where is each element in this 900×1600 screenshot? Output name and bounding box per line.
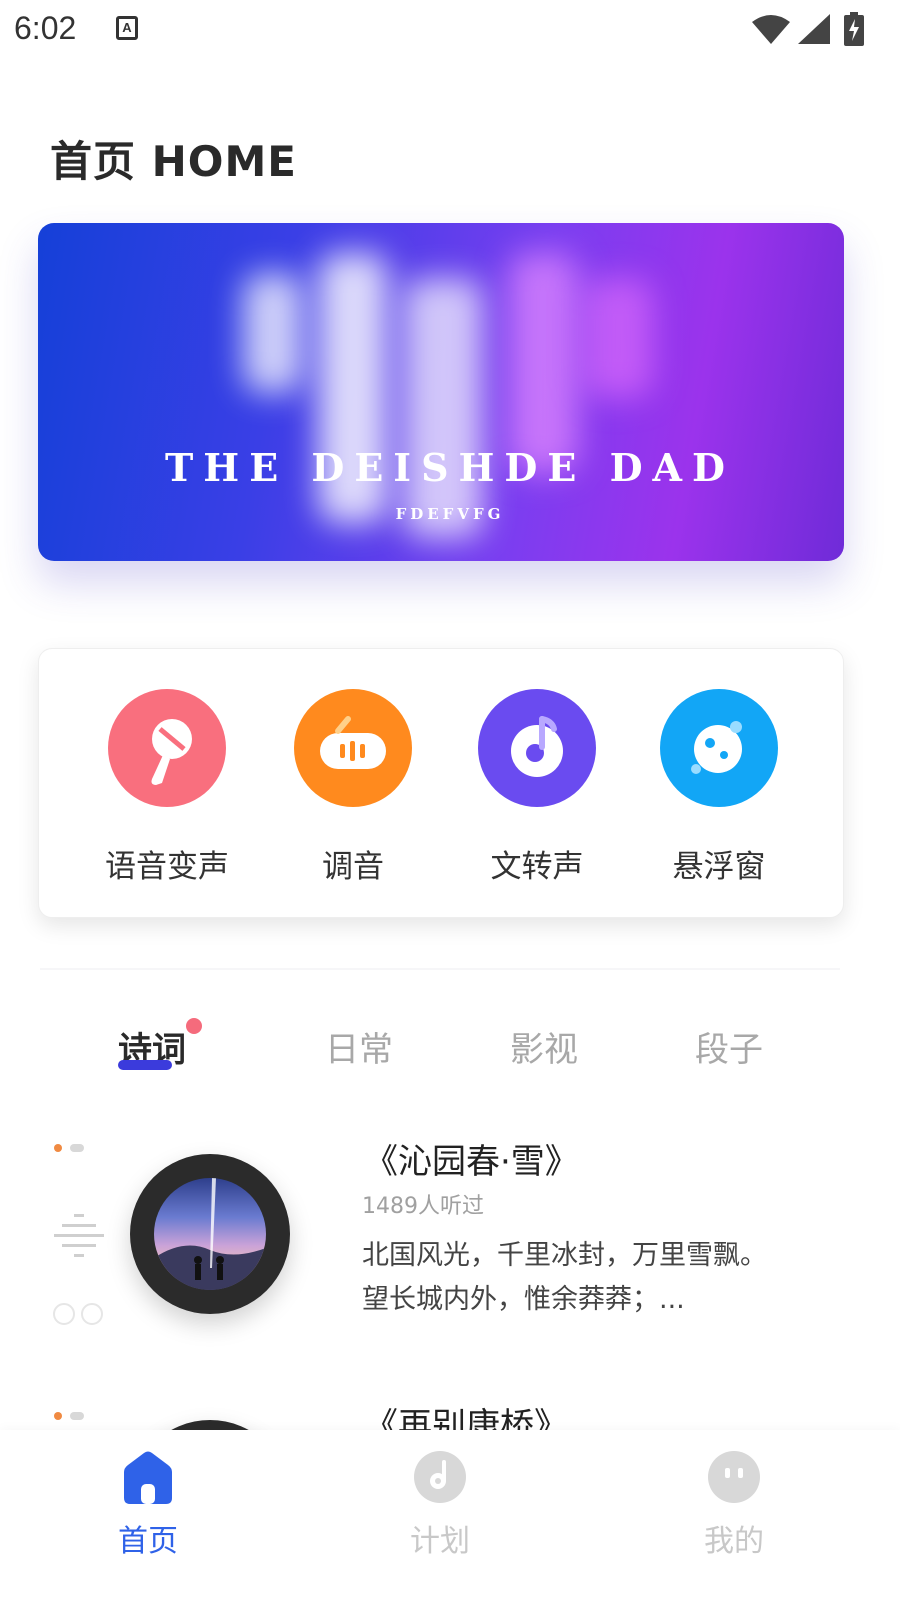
album-vinyl[interactable] bbox=[130, 1154, 290, 1314]
banner-glow-decoration bbox=[243, 273, 303, 393]
battery-icon bbox=[844, 12, 864, 46]
section-divider bbox=[40, 968, 840, 970]
tab-film[interactable]: 影视 bbox=[510, 1022, 578, 1071]
banner-subtitle: FDEFVFG bbox=[395, 505, 505, 523]
feature-label: 文转声 bbox=[490, 849, 584, 885]
item-title: 《再别康桥》 bbox=[364, 1406, 568, 1430]
home-icon bbox=[119, 1448, 177, 1506]
nav-plan[interactable]: 计划 bbox=[380, 1448, 500, 1560]
item-description-line: 望长城内外，惟余莽莽；... bbox=[362, 1284, 685, 1315]
banner-glow-decoration bbox=[403, 278, 483, 538]
feature-text-to-speech[interactable]: 文转声 bbox=[447, 689, 627, 886]
item-title: 《沁园春·雪》 bbox=[364, 1142, 579, 1182]
signal-icon bbox=[798, 14, 830, 44]
page-title: 首页 HOME bbox=[50, 137, 297, 186]
profile-face-icon bbox=[705, 1448, 763, 1506]
status-icons bbox=[752, 12, 882, 48]
nav-label: 首页 bbox=[118, 1524, 178, 1559]
decor-dot bbox=[70, 1144, 84, 1152]
tab-notification-dot bbox=[186, 1018, 202, 1034]
list-item[interactable]: 《再别康桥》 bbox=[0, 1390, 900, 1430]
feature-label: 语音变声 bbox=[105, 849, 229, 885]
tuner-icon bbox=[294, 689, 412, 807]
plan-disc-icon bbox=[411, 1448, 469, 1506]
banner-glow-decoration bbox=[508, 253, 578, 473]
bottom-nav: 首页 计划 我的 bbox=[0, 1430, 900, 1600]
nav-home[interactable]: 首页 bbox=[88, 1448, 208, 1560]
decor-dot bbox=[54, 1144, 62, 1152]
status-bar: 6:02 A bbox=[0, 0, 900, 60]
album-vinyl[interactable] bbox=[130, 1420, 290, 1430]
item-description: 北国风光，千里冰封，万里雪飘。 望长城内外，惟余莽莽；... bbox=[362, 1234, 822, 1322]
notification-icon: A bbox=[116, 16, 138, 40]
tab-daily[interactable]: 日常 bbox=[325, 1022, 393, 1071]
list-item[interactable]: 《沁园春·雪》 1489人听过 北国风光，千里冰封，万里雪飘。 望长城内外，惟余… bbox=[0, 1120, 900, 1370]
tab-active-indicator bbox=[118, 1060, 172, 1070]
wifi-icon bbox=[752, 15, 790, 44]
item-description-line: 北国风光，千里冰封，万里雪飘。 bbox=[362, 1240, 767, 1271]
equalizer-icon bbox=[54, 1214, 104, 1257]
feature-voice-changer[interactable]: 语音变声 bbox=[77, 689, 257, 886]
nav-label: 计划 bbox=[410, 1524, 470, 1559]
item-listen-count: 1489人听过 bbox=[362, 1194, 484, 1219]
decor-dot bbox=[70, 1412, 84, 1420]
album-cover-image bbox=[154, 1178, 266, 1290]
banner-title: THE DEISHDE DAD bbox=[165, 445, 735, 490]
planet-icon bbox=[660, 689, 778, 807]
nav-label: 我的 bbox=[704, 1524, 764, 1559]
feature-floating-window[interactable]: 悬浮窗 bbox=[629, 689, 809, 886]
status-time: 6:02 bbox=[14, 10, 77, 46]
feature-tuning[interactable]: 调音 bbox=[263, 689, 443, 886]
music-disc-icon bbox=[478, 689, 596, 807]
banner-glow-decoration bbox=[583, 278, 653, 398]
decor-dot bbox=[54, 1412, 62, 1420]
microphone-icon bbox=[108, 689, 226, 807]
tab-jokes[interactable]: 段子 bbox=[695, 1022, 763, 1071]
feature-card: 语音变声 调音 文转声 悬浮窗 bbox=[38, 648, 844, 918]
feature-label: 调音 bbox=[322, 849, 384, 885]
bubbles-icon bbox=[53, 1303, 103, 1325]
feature-label: 悬浮窗 bbox=[672, 849, 766, 885]
nav-profile[interactable]: 我的 bbox=[674, 1448, 794, 1560]
